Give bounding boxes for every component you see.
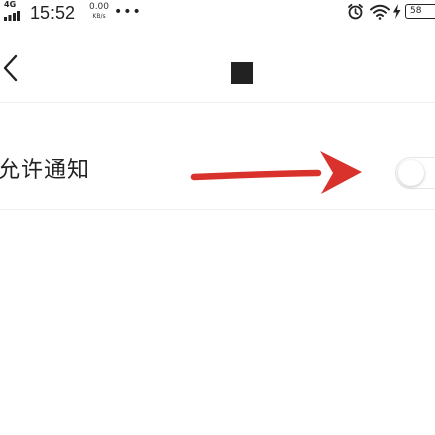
more-notifications-indicator: •••: [114, 4, 142, 20]
status-bar: 4G 15:52 0.00 KB/s ••• 58: [0, 0, 435, 30]
status-right: 58: [345, 0, 435, 26]
signal-bars-icon: [4, 11, 20, 21]
battery-level: 58: [410, 6, 422, 16]
chevron-left-icon[interactable]: [0, 50, 30, 86]
allow-notifications-label: 允许通知: [0, 158, 91, 183]
navigation-bar: [0, 30, 435, 102]
network-type-label: 4G: [4, 0, 17, 9]
allow-notifications-toggle[interactable]: [395, 157, 435, 189]
nav-divider: [0, 102, 435, 103]
wifi-icon: [370, 4, 390, 20]
toggle-knob: [398, 160, 424, 186]
network-speed-value: 0.00: [88, 2, 110, 12]
page-title: [231, 62, 253, 84]
network-speed-unit: KB/s: [92, 13, 106, 20]
network-speed: 0.00 KB/s: [87, 3, 111, 21]
screen: 4G 15:52 0.00 KB/s ••• 58 允许通知: [0, 0, 435, 435]
row-divider: [0, 209, 435, 210]
battery-icon: 58: [405, 4, 435, 19]
alarm-icon: [348, 3, 363, 20]
arrow-right-icon: [190, 151, 362, 194]
clock-time: 15:52: [30, 3, 76, 23]
charging-bolt-icon: [393, 4, 401, 19]
